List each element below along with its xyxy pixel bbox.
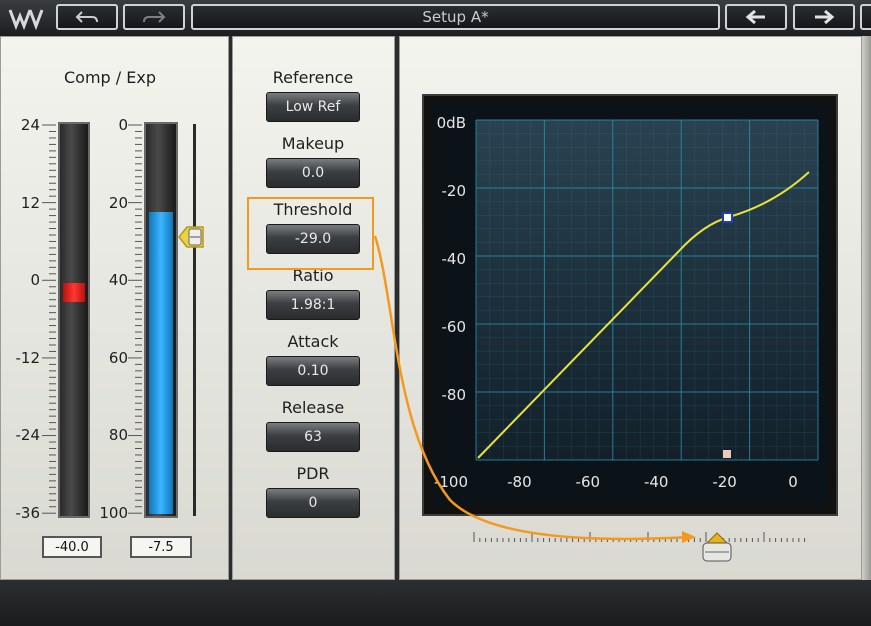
- annotation-arrow: [373, 235, 696, 543]
